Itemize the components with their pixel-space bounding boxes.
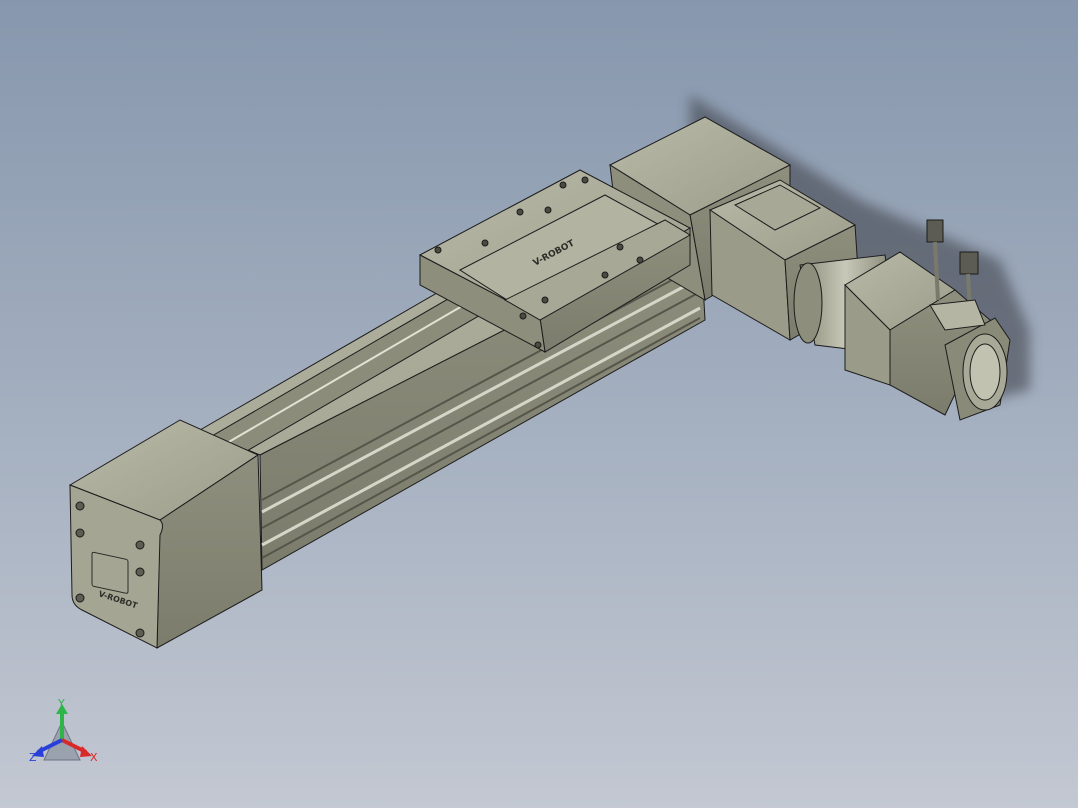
graphics-viewport[interactable]: V-ROBOT V-ROBOT Y X Z xyxy=(0,0,1078,808)
y-axis-label: Y xyxy=(58,697,65,710)
z-axis-label: Z xyxy=(29,751,37,764)
near-end-block xyxy=(68,419,263,649)
linear-actuator-model[interactable]: V-ROBOT V-ROBOT xyxy=(0,0,1078,808)
x-axis-label: X xyxy=(90,751,98,764)
